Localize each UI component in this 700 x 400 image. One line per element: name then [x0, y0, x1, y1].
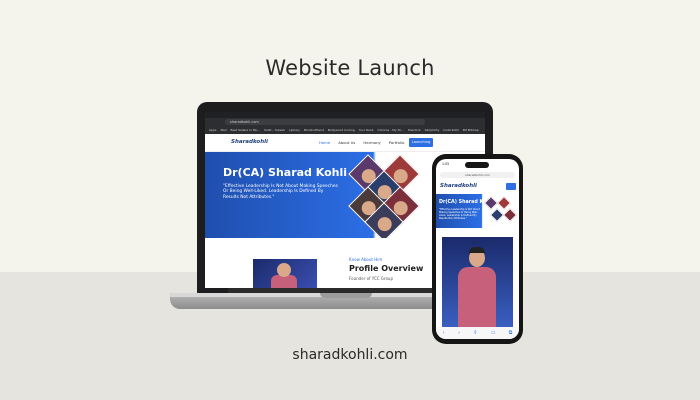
phone-site-logo[interactable]: Sharadkohli — [440, 183, 477, 189]
phone-browser-toolbar: ‹ › ⇪ ▭ ⧉ — [436, 327, 519, 339]
forward-icon[interactable]: › — [458, 330, 460, 336]
footer-url[interactable]: sharadkohli.com — [0, 347, 700, 363]
browser-address-bar: sharadkohli.com — [205, 118, 485, 130]
phone-screen: 1:05 sharadkohli.com Sharadkohli Dr(CA) … — [436, 159, 519, 339]
site-navbar: Sharadkohli Home About Us Harmony Portfo… — [205, 134, 485, 152]
profile-photo — [253, 259, 317, 288]
address-field[interactable]: sharadkohli.com — [225, 119, 425, 125]
tabs-icon[interactable]: ⧉ — [509, 330, 513, 336]
bookmark-item[interactable]: BlndCutHand — [304, 128, 324, 132]
bookmark-item[interactable]: Apps — [209, 128, 216, 132]
nav-portfolio[interactable]: Portfolio — [389, 140, 405, 145]
hero-title: Dr(CA) Sharad Kohli — [223, 166, 348, 179]
know-about-label: Know About Him — [349, 257, 383, 262]
headline: Website Launch — [265, 56, 435, 80]
bookmark-item[interactable]: Chrome - My Dr... — [378, 128, 404, 132]
back-icon[interactable]: ‹ — [443, 330, 445, 336]
menu-icon[interactable] — [506, 183, 516, 190]
bookmark-item[interactable]: Simplicity — [425, 128, 440, 132]
bookmark-item[interactable]: Bit Bitmap — [463, 128, 479, 132]
hero-quote: "Effective Leadership Is Not About Makin… — [223, 184, 338, 200]
bookmarks-bar: Apps Mail Best Sellers in Mu... Kolkt - … — [205, 126, 485, 134]
bookmark-item[interactable]: Bollywood Coding — [328, 128, 355, 132]
bookmark-item[interactable]: Insta Kohli — [443, 128, 459, 132]
site-logo[interactable]: Sharadkohli — [231, 139, 268, 145]
phone-address-bar[interactable]: sharadkohli.com — [440, 172, 515, 178]
bookmarks-icon[interactable]: ▭ — [491, 330, 496, 336]
nav-home[interactable]: Home — [319, 140, 330, 145]
launch-button[interactable]: Launching — [409, 138, 433, 147]
phone-photo-tile — [502, 207, 518, 223]
profile-subtitle: Founder of YCC Group — [349, 276, 393, 281]
dynamic-island — [465, 162, 489, 168]
bookmark-item[interactable]: Kolkt - Yukesh — [264, 128, 285, 132]
phone-mockup: 1:05 sharadkohli.com Sharadkohli Dr(CA) … — [432, 154, 523, 344]
phone-hero-banner: Dr(CA) Sharad Kohli "Effective Leadershi… — [436, 194, 519, 228]
bookmark-item[interactable]: Mail — [220, 128, 226, 132]
phone-profile-photo — [442, 237, 513, 327]
bookmark-item[interactable]: Sherlock — [408, 128, 421, 132]
nav-harmony[interactable]: Harmony — [363, 140, 380, 145]
bookmark-item[interactable]: ciphery — [289, 128, 300, 132]
phone-hero-quote: "Effective Leadership Is Not About Makin… — [439, 208, 480, 220]
laptop-notch — [320, 293, 372, 298]
share-icon[interactable]: ⇪ — [473, 330, 477, 336]
bookmark-item[interactable]: Best Sellers in Mu... — [231, 128, 261, 132]
status-time: 1:05 — [442, 162, 450, 166]
profile-title: Profile Overview — [349, 264, 424, 273]
nav-about[interactable]: About Us — [338, 140, 355, 145]
bookmark-item[interactable]: Your Rank — [359, 128, 374, 132]
